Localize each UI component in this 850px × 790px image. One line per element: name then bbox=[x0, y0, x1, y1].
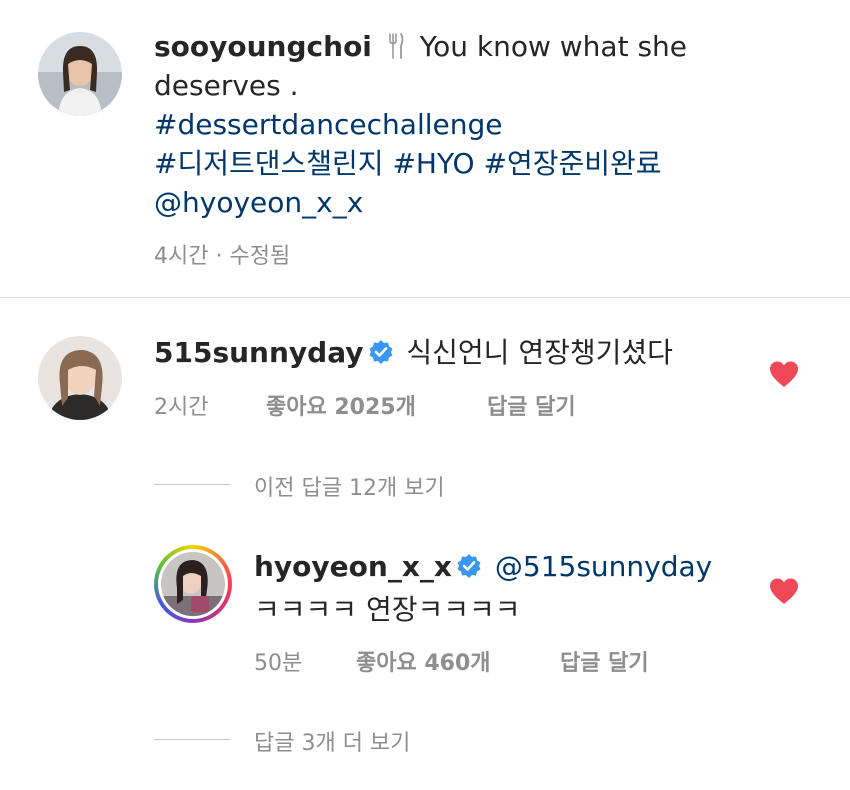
hashtag-link[interactable]: #HYO bbox=[392, 147, 474, 180]
comment-body: 515sunnyday 식신언니 연장챙기셨다 bbox=[154, 331, 673, 371]
post-author-avatar[interactable] bbox=[38, 32, 122, 116]
caption-divider bbox=[0, 297, 850, 298]
edited-label: 수정됨 bbox=[229, 244, 291, 269]
heart-icon[interactable] bbox=[768, 577, 800, 605]
replies-line bbox=[154, 484, 231, 485]
mention-link[interactable]: @515sunnyday bbox=[495, 550, 712, 583]
commenter-username[interactable]: 515sunnyday bbox=[154, 336, 364, 369]
reply-likes[interactable]: 좋아요 460개 bbox=[356, 645, 491, 677]
view-more-replies-button[interactable]: 답글 3개 더 보기 bbox=[254, 725, 410, 757]
heart-icon[interactable] bbox=[768, 360, 800, 388]
reply-time: 50분 bbox=[254, 651, 303, 676]
mention-link[interactable]: @hyoyeon_x_x bbox=[154, 186, 363, 219]
hashtag-link[interactable]: #dessertdancechallenge bbox=[154, 108, 502, 141]
verified-badge-icon bbox=[456, 553, 482, 579]
reply-button[interactable]: 답글 달기 bbox=[560, 645, 649, 677]
comment-likes[interactable]: 좋아요 2025개 bbox=[266, 389, 416, 421]
replies-line bbox=[154, 739, 231, 740]
hashtag-link[interactable]: #연장준비완료 bbox=[484, 147, 662, 180]
fork-knife-icon bbox=[387, 30, 405, 59]
hashtag-link[interactable]: #디저트댄스챌린지 bbox=[154, 147, 384, 180]
post-caption: sooyoungchoi You know what she deserves … bbox=[154, 27, 734, 222]
reply-author-avatar[interactable] bbox=[154, 545, 232, 623]
post-timestamp: 4시간 bbox=[154, 244, 209, 269]
reply-author-username[interactable]: hyoyeon_x_x bbox=[254, 550, 452, 583]
post-meta: 4시간 · 수정됨 bbox=[154, 238, 290, 270]
reply-text: ㅋㅋㅋㅋ 연장ㅋㅋㅋㅋ bbox=[254, 593, 521, 626]
view-previous-replies-button[interactable]: 이전 답글 12개 보기 bbox=[254, 470, 445, 502]
commenter-avatar[interactable] bbox=[38, 336, 122, 420]
meta-separator: · bbox=[215, 244, 223, 269]
post-author-username[interactable]: sooyoungchoi bbox=[154, 30, 372, 63]
post-caption-text: You know what she bbox=[419, 30, 688, 63]
post-caption-text: deserves . bbox=[154, 69, 299, 102]
reply-button[interactable]: 답글 달기 bbox=[487, 389, 576, 421]
reply-body: hyoyeon_x_x @515sunnyday bbox=[254, 550, 712, 583]
comment-text: 식신언니 연장챙기셨다 bbox=[406, 336, 673, 369]
verified-badge-icon bbox=[368, 339, 394, 365]
comment-time: 2시간 bbox=[154, 395, 209, 420]
